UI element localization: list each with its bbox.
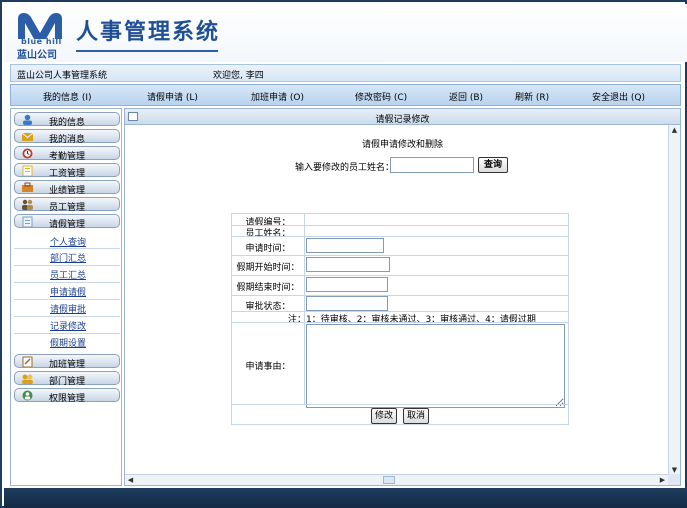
- page-title: 请假申请修改和删除: [361, 140, 443, 150]
- logo-chinese-text: 蓝山公司: [17, 50, 57, 61]
- logo-english-text: blue hill: [21, 37, 62, 46]
- sidebar-menu-label: 工资管理: [49, 169, 86, 179]
- divider: [14, 265, 120, 266]
- sidebar-menu-my-info[interactable]: 我的信息: [14, 112, 120, 128]
- sidebar-menu-overtime[interactable]: 加班管理: [14, 354, 120, 370]
- divider: [232, 404, 568, 405]
- sidebar: 我的信息 我的消息 考勤管理 工资管理 业绩管理 员工管理 请假管理 个人查询 …: [10, 108, 122, 486]
- department-icon: [22, 374, 33, 384]
- divider: [304, 214, 305, 404]
- nav-change-password[interactable]: 修改密码 (C): [355, 90, 407, 103]
- end-time-field[interactable]: [306, 277, 388, 292]
- nav-refresh[interactable]: 刷新 (R): [515, 90, 549, 103]
- divider: [14, 316, 120, 317]
- sidebar-menu-my-messages[interactable]: 我的消息: [14, 129, 120, 145]
- info-bar: 蓝山公司人事管理系统 欢迎您, 李四: [10, 64, 681, 82]
- reason-textarea[interactable]: [306, 324, 565, 408]
- message-icon: [21, 132, 34, 141]
- sidebar-menu-performance[interactable]: 业绩管理: [14, 180, 120, 196]
- nav-overtime-apply[interactable]: 加班申请 (O): [251, 90, 304, 103]
- divider: [232, 295, 568, 296]
- content-panel: 请假记录修改 请假申请修改和删除 输入要修改的员工姓名： 查询 请假编号： 员工…: [124, 108, 681, 486]
- horizontal-scroll-thumb[interactable]: [383, 476, 395, 484]
- sidebar-menu-label: 请假管理: [49, 220, 86, 230]
- user-icon: [23, 114, 32, 125]
- panel-title: 请假记录修改: [375, 115, 430, 125]
- sidebar-menu-label: 权限管理: [49, 394, 86, 404]
- nav-back[interactable]: 返回 (B): [449, 90, 483, 103]
- sidebar-item-personal-query[interactable]: 个人查询: [50, 235, 86, 248]
- employee-name-label: 员工姓名：: [245, 229, 291, 239]
- performance-icon: [22, 182, 33, 192]
- sidebar-menu-department[interactable]: 部门管理: [14, 371, 120, 387]
- end-time-label: 假期结束时间：: [236, 283, 300, 293]
- apply-time-label: 申请时间：: [245, 244, 291, 254]
- sidebar-menu-staff[interactable]: 员工管理: [14, 197, 120, 213]
- sidebar-menu-label: 加班管理: [49, 360, 86, 370]
- header: blue hill 蓝山公司 人事管理系统: [4, 4, 687, 62]
- sidebar-menu-label: 员工管理: [49, 203, 86, 213]
- scrollbar-corner: [668, 474, 680, 485]
- welcome-text: 欢迎您, 李四: [213, 71, 264, 81]
- start-time-label: 假期开始时间：: [236, 263, 300, 273]
- reason-label: 申请事由：: [245, 362, 291, 372]
- overtime-icon: [22, 356, 33, 367]
- sidebar-menu-label: 部门管理: [49, 377, 86, 387]
- divider: [14, 248, 120, 249]
- horizontal-scrollbar[interactable]: ◀ ▶: [125, 474, 668, 485]
- system-name-text: 蓝山公司人事管理系统: [17, 71, 108, 81]
- modify-button[interactable]: 修改: [371, 408, 397, 424]
- sidebar-item-record-modify[interactable]: 记录修改: [50, 319, 86, 332]
- vertical-scrollbar[interactable]: ▲ ▼: [668, 125, 680, 475]
- approval-status-field[interactable]: [306, 296, 388, 311]
- sidebar-menu-permission[interactable]: 权限管理: [14, 388, 120, 404]
- divider: [232, 236, 568, 237]
- permission-icon: [22, 390, 33, 401]
- title-underline: [76, 50, 218, 52]
- scroll-left-icon[interactable]: ◀: [125, 475, 136, 485]
- sidebar-item-leave-approval[interactable]: 请假审批: [50, 302, 86, 315]
- leave-edit-form: 请假编号： 员工姓名： 申请时间： 假期开始时间： 假期结束时间： 审批状态： …: [231, 213, 569, 425]
- cancel-button[interactable]: 取消: [403, 408, 429, 424]
- start-time-field[interactable]: [306, 257, 390, 272]
- system-title: 人事管理系统: [76, 19, 221, 45]
- clock-icon: [22, 148, 33, 159]
- divider: [14, 299, 120, 300]
- sidebar-item-holiday-settings[interactable]: 假期设置: [50, 336, 86, 349]
- nav-logout[interactable]: 安全退出 (Q): [592, 90, 645, 103]
- scroll-right-icon[interactable]: ▶: [657, 475, 668, 485]
- nav-my-info[interactable]: 我的信息 (I): [43, 90, 92, 103]
- sidebar-item-apply-leave[interactable]: 申请请假: [50, 285, 86, 298]
- apply-time-field[interactable]: [306, 238, 384, 253]
- search-button[interactable]: 查询: [478, 157, 508, 173]
- sidebar-menu-leave[interactable]: 请假管理: [14, 214, 120, 230]
- sidebar-menu-label: 我的信息: [49, 118, 86, 128]
- sidebar-menu-label: 业绩管理: [49, 186, 86, 196]
- sidebar-menu-wage[interactable]: 工资管理: [14, 163, 120, 179]
- nav-leave-apply[interactable]: 请假申请 (L): [147, 90, 198, 103]
- content-panel-header: 请假记录修改: [125, 109, 680, 125]
- divider: [232, 275, 568, 276]
- app-window: blue hill 蓝山公司 人事管理系统 蓝山公司人事管理系统 欢迎您, 李四…: [0, 0, 687, 508]
- sidebar-menu-label: 我的消息: [49, 135, 86, 145]
- divider: [14, 282, 120, 283]
- search-label: 输入要修改的员工姓名：: [295, 163, 395, 173]
- wage-icon: [22, 165, 33, 176]
- divider: [232, 255, 568, 256]
- divider: [232, 322, 568, 323]
- footer-bar: [4, 488, 687, 508]
- sidebar-item-department-summary[interactable]: 部门汇总: [50, 251, 86, 264]
- employee-name-search-input[interactable]: [390, 157, 474, 173]
- scroll-up-icon[interactable]: ▲: [669, 125, 680, 135]
- staff-icon: [22, 199, 33, 210]
- sidebar-menu-attendance[interactable]: 考勤管理: [14, 146, 120, 162]
- divider: [14, 333, 120, 334]
- sidebar-menu-label: 考勤管理: [49, 152, 86, 162]
- top-nav-bar: 我的信息 (I) 请假申请 (L) 加班申请 (O) 修改密码 (C) 返回 (…: [10, 84, 681, 106]
- leave-icon: [22, 216, 33, 227]
- sidebar-item-staff-summary[interactable]: 员工汇总: [50, 268, 86, 281]
